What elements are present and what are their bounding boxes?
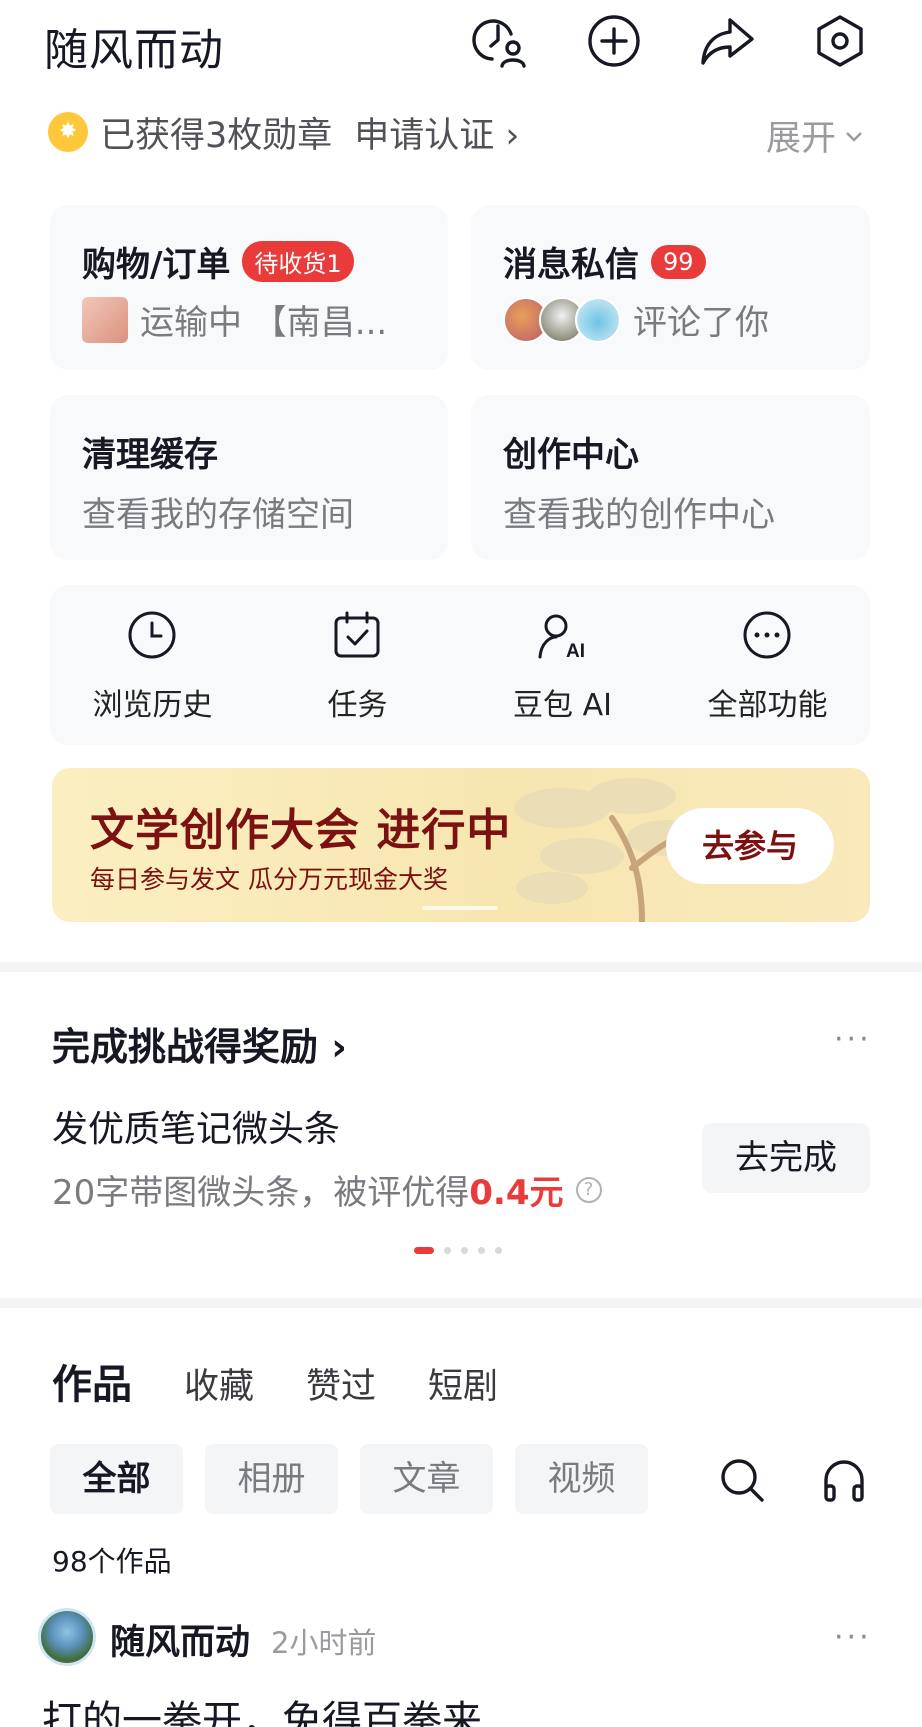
messages-title: 消息私信	[503, 245, 639, 285]
help-icon[interactable]: ?	[575, 1176, 602, 1203]
badge-count-text: 已获得3枚勋章	[100, 115, 333, 156]
messages-count-badge: 99	[651, 244, 706, 279]
pager-dot	[478, 1247, 485, 1254]
tool-label: 浏览历史	[92, 688, 213, 723]
post-author[interactable]: 随风而动	[110, 1614, 250, 1665]
avatar	[575, 296, 621, 343]
creator-center-card[interactable]: 创作中心 查看我的创作中心	[471, 395, 870, 560]
add-icon[interactable]	[585, 12, 643, 70]
orders-status-badge: 待收货1	[242, 241, 354, 282]
tab-favorites[interactable]: 收藏	[184, 1358, 254, 1409]
tab-liked[interactable]: 赞过	[306, 1358, 376, 1409]
tool-label: 豆包 AI	[513, 688, 612, 723]
search-icon[interactable]	[718, 1456, 766, 1504]
section-divider	[0, 1298, 922, 1308]
challenge-pager	[414, 1247, 512, 1254]
cache-title: 清理缓存	[82, 435, 218, 475]
tab-short-drama[interactable]: 短剧	[428, 1358, 498, 1409]
orders-subtitle: 运输中 【南昌...	[140, 303, 388, 343]
profile-username: 随风而动	[44, 25, 224, 76]
post-timestamp: 2小时前	[271, 1626, 377, 1660]
banner-pager	[422, 906, 498, 910]
tool-history[interactable]: 浏览历史	[50, 585, 255, 745]
settings-icon[interactable]	[811, 12, 869, 70]
pager-dot	[495, 1247, 502, 1254]
post-more-button[interactable]: ···	[834, 1620, 872, 1655]
creator-subtitle: 查看我的创作中心	[503, 495, 775, 535]
complete-task-button[interactable]: 去完成	[702, 1123, 870, 1193]
cache-subtitle: 查看我的存储空间	[82, 495, 354, 535]
ai-assistant-icon: AI	[538, 614, 585, 661]
challenge-more-button[interactable]: ···	[834, 1022, 872, 1057]
expand-label: 展开	[765, 119, 836, 159]
filter-articles[interactable]: 文章	[360, 1444, 493, 1514]
expand-button[interactable]: 展开	[766, 110, 866, 161]
literary-event-banner[interactable]: 文学创作大会 进行中 每日参与发文 瓜分万元现金大奖 去参与	[52, 768, 870, 922]
filter-all[interactable]: 全部	[50, 1444, 183, 1514]
creator-title: 创作中心	[503, 435, 639, 475]
messages-subtitle: 评论了你	[633, 303, 769, 343]
tools-row: 浏览历史 任务 AI 豆包 AI 全部功能	[50, 585, 870, 745]
messages-card[interactable]: 消息私信 99 评论了你	[471, 205, 870, 370]
pager-dot	[461, 1247, 468, 1254]
task-reward: 0.4元	[469, 1173, 564, 1213]
avatar[interactable]	[38, 1608, 96, 1666]
tab-works[interactable]: 作品	[52, 1352, 132, 1410]
share-icon[interactable]	[698, 12, 756, 70]
clear-cache-card[interactable]: 清理缓存 查看我的存储空间	[50, 395, 448, 560]
clock-icon	[128, 611, 176, 659]
filter-videos[interactable]: 视频	[515, 1444, 648, 1514]
tool-label: 全部功能	[707, 688, 828, 723]
headphones-icon[interactable]	[820, 1456, 868, 1504]
calendar-check-icon	[334, 611, 380, 658]
task-title: 发优质笔记微头条	[52, 1109, 341, 1150]
chevron-down-icon	[846, 131, 862, 142]
banner-subtitle: 每日参与发文 瓜分万元现金大奖	[90, 865, 448, 894]
orders-title: 购物/订单	[82, 245, 231, 285]
svg-text:AI: AI	[566, 641, 585, 661]
content-tabs: 作品 收藏 赞过 短剧	[52, 1352, 550, 1410]
more-icon	[743, 611, 791, 659]
filter-chips: 全部 相册 文章 视频	[50, 1444, 670, 1514]
task-description: 20字带图微头条，被评优得 0.4元 ?	[52, 1165, 602, 1214]
works-count: 98个作品	[52, 1545, 172, 1578]
join-event-button[interactable]: 去参与	[666, 808, 834, 884]
pager-dot	[414, 1247, 434, 1254]
product-thumbnail	[82, 296, 128, 343]
challenge-title[interactable]: 完成挑战得奖励 ›	[52, 1016, 347, 1071]
badge-row[interactable]: 已获得3枚勋章 申请认证 ›	[48, 108, 519, 156]
visitor-icon[interactable]	[470, 12, 528, 70]
task-desc-text: 20字带图微头条，被评优得	[52, 1173, 470, 1213]
pager-dot	[444, 1247, 451, 1254]
tool-ai-assistant[interactable]: AI 豆包 AI	[460, 585, 665, 745]
tool-label: 任务	[327, 688, 388, 723]
banner-title: 文学创作大会 进行中	[90, 805, 512, 856]
section-divider	[0, 962, 922, 972]
medal-icon	[48, 112, 88, 152]
post-text[interactable]: 打的一拳开，免得百拳来	[42, 1688, 482, 1727]
tool-tasks[interactable]: 任务	[255, 585, 460, 745]
tool-all-functions[interactable]: 全部功能	[665, 585, 870, 745]
orders-card[interactable]: 购物/订单 待收货1 运输中 【南昌...	[50, 205, 448, 370]
filter-albums[interactable]: 相册	[205, 1444, 338, 1514]
apply-verification-link[interactable]: 申请认证 ›	[354, 107, 519, 158]
